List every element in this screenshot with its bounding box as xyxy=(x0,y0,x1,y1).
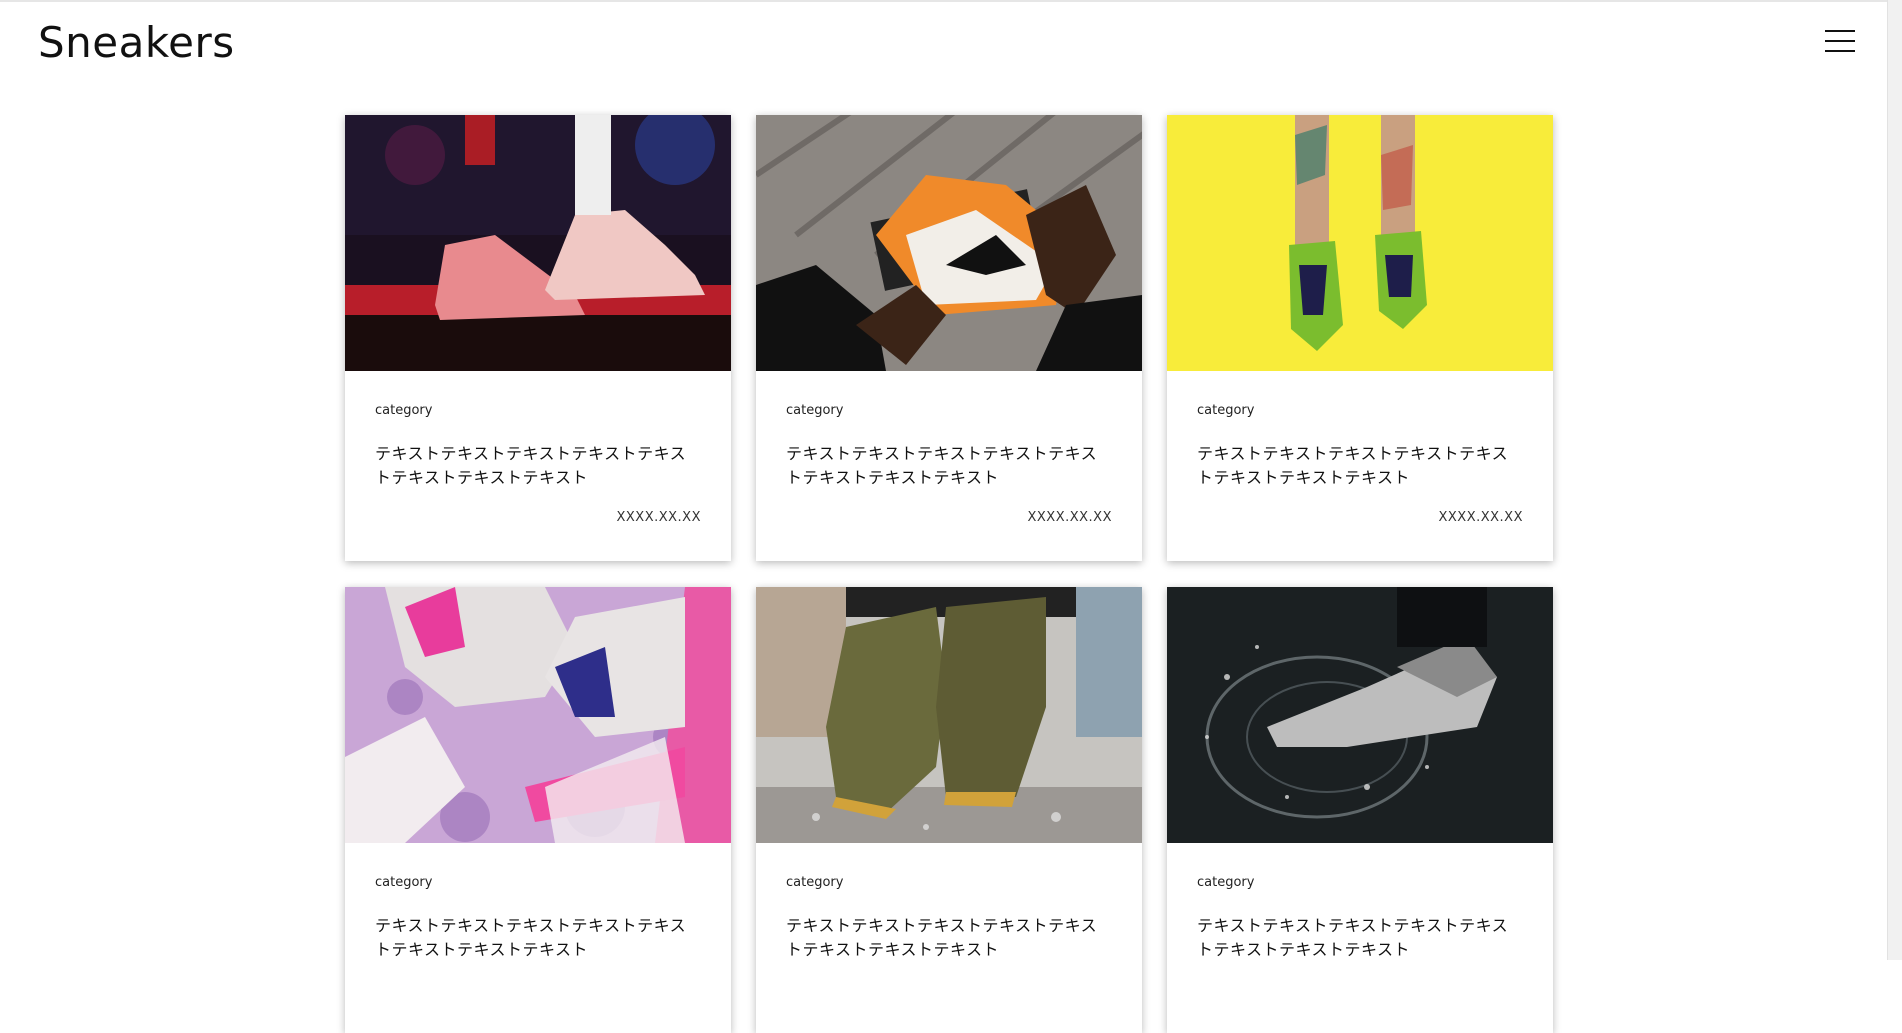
menu-line xyxy=(1825,30,1855,32)
article-card[interactable]: category テキストテキストテキストテキストテキストテキストテキストテキス… xyxy=(1167,115,1553,561)
menu-line xyxy=(1825,40,1855,42)
olive-boots-splash-photo xyxy=(756,587,1142,843)
article-card[interactable]: category テキストテキストテキストテキストテキストテキストテキストテキス… xyxy=(345,115,731,561)
site-logo[interactable]: Sneakers xyxy=(38,18,235,68)
article-card[interactable]: category テキストテキストテキストテキストテキストテキストテキストテキス… xyxy=(1167,587,1553,1033)
site-header: Sneakers xyxy=(0,0,1902,90)
card-category[interactable]: category xyxy=(375,874,701,892)
article-card[interactable]: category テキストテキストテキストテキストテキストテキストテキストテキス… xyxy=(345,587,731,1033)
card-category[interactable]: category xyxy=(1197,874,1523,892)
article-grid: category テキストテキストテキストテキストテキストテキストテキストテキス… xyxy=(345,115,1555,1033)
card-title[interactable]: テキストテキストテキストテキストテキストテキストテキストテキスト xyxy=(786,442,1112,490)
card-title[interactable]: テキストテキストテキストテキストテキストテキストテキストテキスト xyxy=(786,914,1112,962)
card-title[interactable]: テキストテキストテキストテキストテキストテキストテキストテキスト xyxy=(1197,442,1523,490)
card-date: XXXX.XX.XX xyxy=(616,510,701,525)
hands-holding-sneaker-photo xyxy=(756,115,1142,371)
card-date: XXXX.XX.XX xyxy=(1027,510,1112,525)
article-card[interactable]: category テキストテキストテキストテキストテキストテキストテキストテキス… xyxy=(756,115,1142,561)
card-category[interactable]: category xyxy=(786,874,1112,892)
card-title[interactable]: テキストテキストテキストテキストテキストテキストテキストテキスト xyxy=(1197,914,1523,962)
menu-line xyxy=(1825,50,1855,52)
sneaker-water-splash-photo xyxy=(1167,587,1553,843)
green-sneakers-yellow-background-photo xyxy=(1167,115,1553,371)
page-scrollbar[interactable] xyxy=(1887,0,1902,960)
card-title[interactable]: テキストテキストテキストテキストテキストテキストテキストテキスト xyxy=(375,914,701,962)
card-category[interactable]: category xyxy=(786,402,1112,420)
sneakers-on-stage-photo xyxy=(345,115,731,371)
hamburger-menu-icon[interactable] xyxy=(1825,28,1855,54)
article-card[interactable]: category テキストテキストテキストテキストテキストテキストテキストテキス… xyxy=(756,587,1142,1033)
pink-air-sneakers-photo xyxy=(345,587,731,843)
card-date: XXXX.XX.XX xyxy=(1438,510,1523,525)
card-category[interactable]: category xyxy=(375,402,701,420)
card-title[interactable]: テキストテキストテキストテキストテキストテキストテキストテキスト xyxy=(375,442,701,490)
card-category[interactable]: category xyxy=(1197,402,1523,420)
